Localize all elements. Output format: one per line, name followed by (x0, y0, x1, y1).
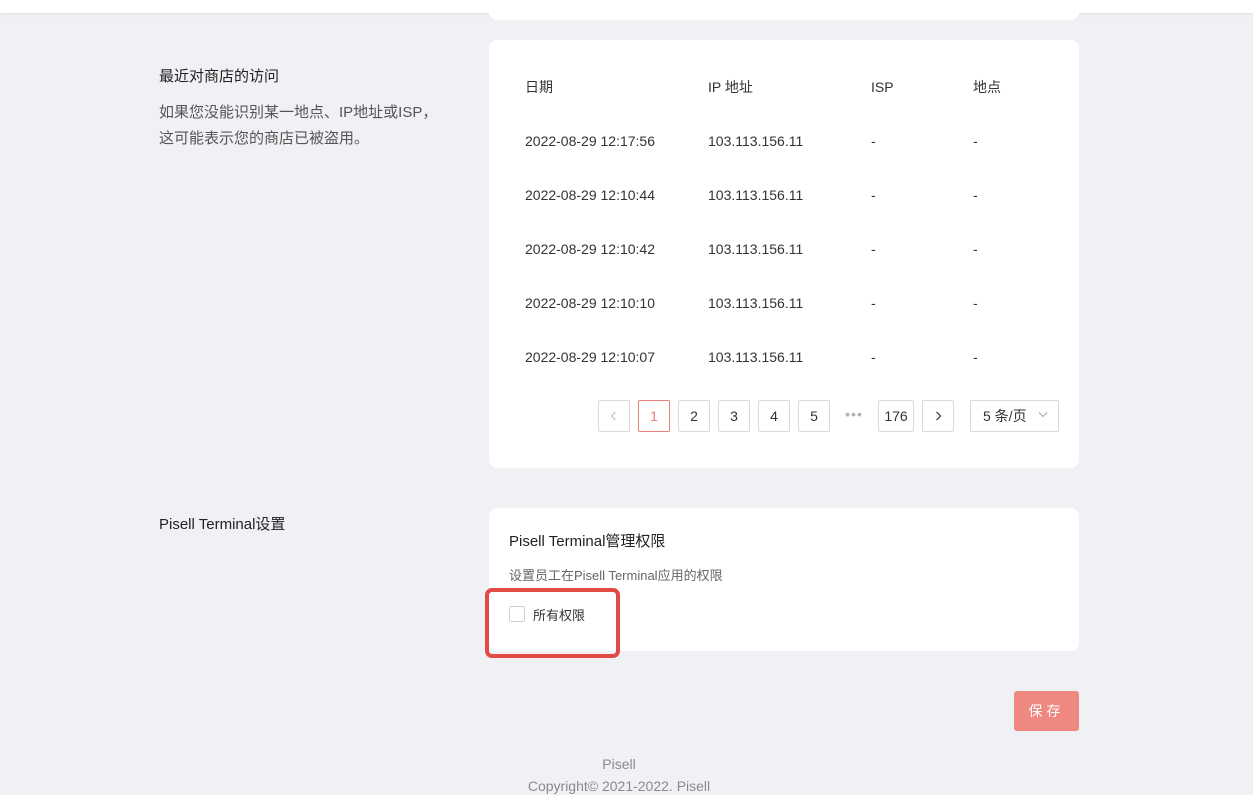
cell-ip: 103.113.156.11 (708, 187, 804, 203)
terminal-card-description: 设置员工在Pisell Terminal应用的权限 (509, 568, 723, 583)
footer-brand: Pisell (602, 756, 636, 772)
cell-date: 2022-08-29 12:10:44 (525, 187, 655, 203)
cell-ip: 103.113.156.11 (708, 295, 804, 311)
cell-ip: 103.113.156.11 (708, 349, 804, 365)
cell-date: 2022-08-29 12:10:10 (525, 295, 655, 311)
next-page-button[interactable] (922, 400, 954, 432)
page-size-select[interactable]: 5 条/页 (970, 400, 1059, 432)
cell-location: - (973, 133, 978, 149)
cell-isp: - (871, 133, 876, 149)
cell-ip: 103.113.156.11 (708, 241, 804, 257)
column-header-date: 日期 (525, 79, 553, 95)
cell-ip: 103.113.156.11 (708, 133, 804, 149)
page-5-button[interactable]: 5 (798, 400, 830, 432)
terminal-card-title: Pisell Terminal管理权限 (509, 533, 666, 550)
cell-isp: - (871, 187, 876, 203)
previous-card (489, 0, 1079, 20)
table-row: 2022-08-29 12:17:56 103.113.156.11 - - (489, 114, 1079, 168)
cell-isp: - (871, 241, 876, 257)
access-section-description: 如果您没能识别某一地点、IP地址或ISP，这可能表示您的商店已被盗用。 (159, 104, 438, 147)
cell-date: 2022-08-29 12:10:42 (525, 241, 655, 257)
page-3-button[interactable]: 3 (718, 400, 750, 432)
table-row: 2022-08-29 12:10:07 103.113.156.11 - - (489, 330, 1079, 384)
chevron-right-icon (936, 411, 942, 421)
table-row: 2022-08-29 12:10:42 103.113.156.11 - - (489, 222, 1079, 276)
table-header: 日期 IP 地址 ISP 地点 (489, 60, 1079, 114)
column-header-ip: IP 地址 (708, 79, 753, 95)
cell-location: - (973, 349, 978, 365)
cell-date: 2022-08-29 12:17:56 (525, 133, 655, 149)
column-header-isp: ISP (871, 79, 894, 95)
prev-page-button[interactable] (598, 400, 630, 432)
cell-location: - (973, 187, 978, 203)
cell-location: - (973, 295, 978, 311)
cell-isp: - (871, 295, 876, 311)
page-176-button[interactable]: 176 (878, 400, 914, 432)
chevron-down-icon (1038, 401, 1048, 431)
cell-date: 2022-08-29 12:10:07 (525, 349, 655, 365)
column-header-location: 地点 (973, 79, 1001, 95)
access-log-card: 日期 IP 地址 ISP 地点 2022-08-29 12:17:56 103.… (489, 40, 1079, 468)
jump-next-ellipsis[interactable]: ••• (838, 400, 870, 432)
cell-isp: - (871, 349, 876, 365)
access-section-title: 最近对商店的访问 (159, 68, 280, 85)
table-row: 2022-08-29 12:10:10 103.113.156.11 - - (489, 276, 1079, 330)
chevron-left-icon (610, 411, 616, 421)
page-2-button[interactable]: 2 (678, 400, 710, 432)
terminal-section-title: Pisell Terminal设置 (159, 516, 286, 533)
page-size-value: 5 条/页 (983, 408, 1027, 424)
highlight-box (485, 588, 620, 658)
page-4-button[interactable]: 4 (758, 400, 790, 432)
save-button[interactable]: 保存 (1014, 691, 1079, 731)
footer-copyright: Copyright© 2021-2022. Pisell (527, 778, 711, 794)
page-1-button[interactable]: 1 (638, 400, 670, 432)
table-row: 2022-08-29 12:10:44 103.113.156.11 - - (489, 168, 1079, 222)
cell-location: - (973, 241, 978, 257)
